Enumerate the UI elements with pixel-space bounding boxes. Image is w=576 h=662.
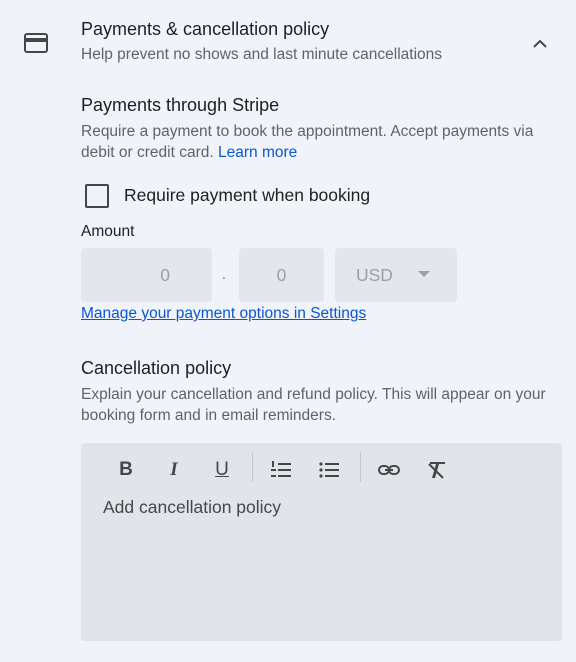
currency-select[interactable]: USD bbox=[335, 248, 457, 302]
cancellation-policy-description: Explain your cancellation and refund pol… bbox=[81, 386, 546, 424]
stripe-description: Require a payment to book the appointmen… bbox=[81, 121, 566, 163]
manage-payment-options-link[interactable]: Manage your payment options in Settings bbox=[81, 305, 366, 323]
bold-icon: B bbox=[119, 459, 133, 480]
cancellation-policy-title: Cancellation policy bbox=[81, 358, 232, 378]
section-title: Payments & cancellation policy bbox=[81, 19, 330, 39]
stripe-description-text: Require a payment to book the appointmen… bbox=[81, 123, 534, 161]
currency-value: USD bbox=[356, 264, 393, 285]
require-payment-label[interactable]: Require payment when booking bbox=[124, 185, 370, 206]
chevron-up-icon bbox=[533, 39, 547, 48]
amount-whole-input[interactable]: 0 bbox=[81, 248, 212, 302]
stripe-title: Payments through Stripe bbox=[81, 95, 280, 115]
toolbar-divider bbox=[360, 452, 361, 482]
bold-button[interactable]: B bbox=[109, 453, 143, 487]
underline-icon: U bbox=[215, 459, 229, 480]
section-subtitle: Help prevent no shows and last minute ca… bbox=[81, 46, 443, 63]
amount-whole-value: 0 bbox=[160, 264, 170, 285]
underline-button[interactable]: U bbox=[205, 453, 239, 487]
editor-placeholder[interactable]: Add cancellation policy bbox=[103, 497, 281, 518]
toolbar-divider bbox=[252, 452, 253, 482]
learn-more-link[interactable]: Learn more bbox=[218, 144, 297, 161]
clear-formatting-icon bbox=[428, 462, 445, 479]
cancellation-policy-editor[interactable]: B I U Add cancellation policy bbox=[81, 443, 562, 641]
numbered-list-icon bbox=[271, 461, 291, 477]
insert-link-button[interactable] bbox=[372, 453, 406, 487]
dropdown-arrow-icon bbox=[418, 271, 430, 277]
clear-formatting-button[interactable] bbox=[420, 453, 454, 487]
numbered-list-button[interactable] bbox=[264, 453, 298, 487]
bulleted-list-button[interactable] bbox=[312, 453, 346, 487]
italic-button[interactable]: I bbox=[157, 453, 191, 487]
amount-fraction-input[interactable]: 0 bbox=[239, 248, 324, 302]
require-payment-checkbox[interactable] bbox=[85, 184, 109, 208]
collapse-section-button[interactable] bbox=[528, 32, 552, 56]
italic-icon: I bbox=[170, 459, 178, 480]
amount-fraction-value: 0 bbox=[276, 264, 287, 285]
amount-separator: . bbox=[222, 266, 226, 282]
bulleted-list-icon bbox=[319, 462, 339, 478]
link-icon bbox=[378, 465, 400, 475]
credit-card-icon bbox=[24, 33, 48, 53]
amount-label: Amount bbox=[81, 223, 135, 240]
